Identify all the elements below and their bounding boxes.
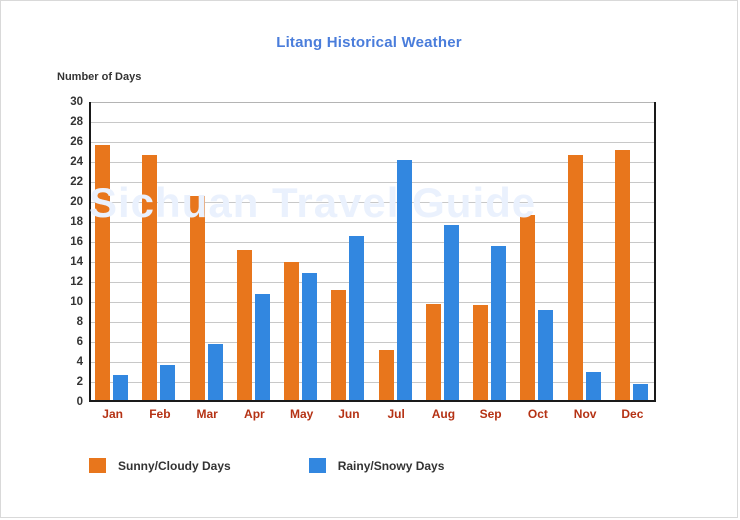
y-axis-tick-label: 28 <box>70 116 83 128</box>
y-axis-tick-label: 8 <box>76 316 83 328</box>
x-axis-tick-label: Apr <box>244 407 265 421</box>
legend-swatch <box>89 458 106 473</box>
y-axis-tick-labels: 30 28 26 24 22 20 18 16 14 12 10 8 6 4 2 0 <box>1 1 737 517</box>
y-axis-tick-label: 2 <box>76 376 83 388</box>
y-axis-tick-label: 26 <box>70 136 83 148</box>
legend-item[interactable]: Rainy/Snowy Days <box>308 458 445 473</box>
y-axis-tick-label: 20 <box>70 196 83 208</box>
x-axis-tick-label: Dec <box>621 407 644 421</box>
x-axis-tick-label: Aug <box>431 407 456 421</box>
x-axis-tick-label: Jul <box>387 407 405 421</box>
y-axis-tick-label: 24 <box>70 156 83 168</box>
y-axis-tick-label: 30 <box>70 96 83 108</box>
y-axis-tick-label: 10 <box>70 296 83 308</box>
y-axis-tick-label: 6 <box>76 336 83 348</box>
chart-card: Litang Historical Weather Number of Days… <box>0 0 738 518</box>
y-axis-tick-label: 16 <box>70 236 83 248</box>
legend-label: Sunny/Cloudy Days <box>118 458 231 473</box>
legend-label: Rainy/Snowy Days <box>337 458 445 473</box>
x-axis-tick-label: Oct <box>527 407 548 421</box>
chart-legend: Sunny/Cloudy Days Rainy/Snowy Days <box>89 458 522 473</box>
x-axis-tick-labels: Jan Feb Mar Apr May Jun Jul Aug Sep Oct Nov Dec <box>89 407 656 427</box>
legend-swatch <box>308 458 326 473</box>
x-axis-tick-label: Mar <box>196 407 218 421</box>
legend-item[interactable]: Sunny/Cloudy Days <box>89 458 231 473</box>
y-axis-tick-label: 4 <box>76 356 83 368</box>
x-axis-tick-label: Sep <box>479 407 502 421</box>
y-axis-tick-label: 18 <box>70 216 83 228</box>
x-axis-tick-label: May <box>289 407 314 421</box>
y-axis-tick-label: 14 <box>70 256 83 268</box>
y-axis-tick-label: 12 <box>70 276 83 288</box>
x-axis-tick-label: Jun <box>338 407 360 421</box>
y-axis-tick-label: 0 <box>76 396 83 408</box>
y-axis-tick-label: 22 <box>70 176 83 188</box>
x-axis-tick-label: Feb <box>149 407 171 421</box>
x-axis-tick-label: Jan <box>102 407 123 421</box>
x-axis-tick-label: Nov <box>573 407 597 421</box>
